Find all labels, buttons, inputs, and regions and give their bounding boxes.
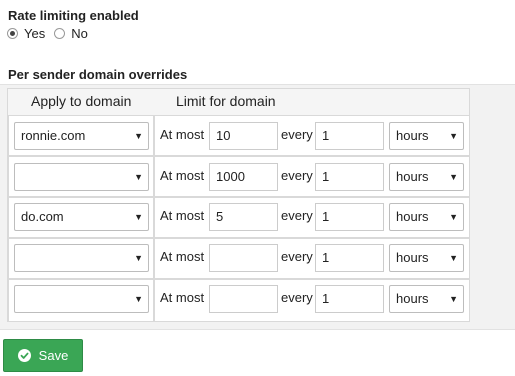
rate-limiting-no-label[interactable]: No xyxy=(71,26,88,41)
every-label: every xyxy=(281,168,313,183)
limit-input[interactable]: 1000 xyxy=(209,163,278,191)
column-header-domain: Apply to domain xyxy=(31,93,132,109)
unit-select[interactable]: hours ▼ xyxy=(389,163,464,191)
domain-select-value: do.com xyxy=(21,209,64,224)
chevron-down-icon: ▼ xyxy=(449,212,458,222)
every-label: every xyxy=(281,290,313,305)
domain-select[interactable]: do.com ▼ xyxy=(14,203,149,231)
domain-select[interactable]: ▼ xyxy=(14,244,149,272)
chevron-down-icon: ▼ xyxy=(449,253,458,263)
limit-input[interactable] xyxy=(209,244,278,272)
unit-select-value: hours xyxy=(396,250,429,265)
unit-select[interactable]: hours ▼ xyxy=(389,203,464,231)
chevron-down-icon: ▼ xyxy=(134,172,143,182)
chevron-down-icon: ▼ xyxy=(449,131,458,141)
save-button[interactable]: Save xyxy=(3,339,83,372)
unit-select[interactable]: hours ▼ xyxy=(389,122,464,150)
every-label: every xyxy=(281,208,313,223)
domain-select-value: ronnie.com xyxy=(21,128,86,143)
every-label: every xyxy=(281,127,313,142)
chevron-down-icon: ▼ xyxy=(134,253,143,263)
chevron-down-icon: ▼ xyxy=(134,131,143,141)
domain-select[interactable]: ▼ xyxy=(14,163,149,191)
limit-input[interactable]: 5 xyxy=(209,203,278,231)
chevron-down-icon: ▼ xyxy=(134,212,143,222)
at-most-label: At most xyxy=(160,290,205,305)
every-input[interactable]: 1 xyxy=(315,285,384,313)
rate-limiting-title: Rate limiting enabled xyxy=(8,8,139,23)
at-most-label: At most xyxy=(160,168,205,183)
every-input[interactable]: 1 xyxy=(315,163,384,191)
rate-limiting-yes-label[interactable]: Yes xyxy=(24,26,45,41)
every-input[interactable]: 1 xyxy=(315,203,384,231)
rate-limiting-no-radio[interactable] xyxy=(54,28,66,39)
domain-select[interactable]: ▼ xyxy=(14,285,149,313)
at-most-label: At most xyxy=(160,208,205,223)
limit-input[interactable]: 10 xyxy=(209,122,278,150)
unit-select[interactable]: hours ▼ xyxy=(389,244,464,272)
unit-select-value: hours xyxy=(396,291,429,306)
check-circle-icon xyxy=(17,349,31,362)
unit-select[interactable]: hours ▼ xyxy=(389,285,464,313)
every-input[interactable]: 1 xyxy=(315,244,384,272)
at-most-label: At most xyxy=(160,127,205,142)
chevron-down-icon: ▼ xyxy=(449,294,458,304)
column-header-limit: Limit for domain xyxy=(176,93,276,109)
limit-input[interactable] xyxy=(209,285,278,313)
unit-select-value: hours xyxy=(396,209,429,224)
overrides-title: Per sender domain overrides xyxy=(8,67,188,82)
every-input[interactable]: 1 xyxy=(315,122,384,150)
chevron-down-icon: ▼ xyxy=(449,172,458,182)
rate-limiting-radio-group: Yes No xyxy=(7,26,97,41)
chevron-down-icon: ▼ xyxy=(134,294,143,304)
save-button-label: Save xyxy=(38,348,69,363)
at-most-label: At most xyxy=(160,249,205,264)
every-label: every xyxy=(281,249,313,264)
unit-select-value: hours xyxy=(396,128,429,143)
unit-select-value: hours xyxy=(396,169,429,184)
rate-limiting-yes-radio[interactable] xyxy=(7,28,18,39)
domain-select[interactable]: ronnie.com ▼ xyxy=(14,122,149,150)
